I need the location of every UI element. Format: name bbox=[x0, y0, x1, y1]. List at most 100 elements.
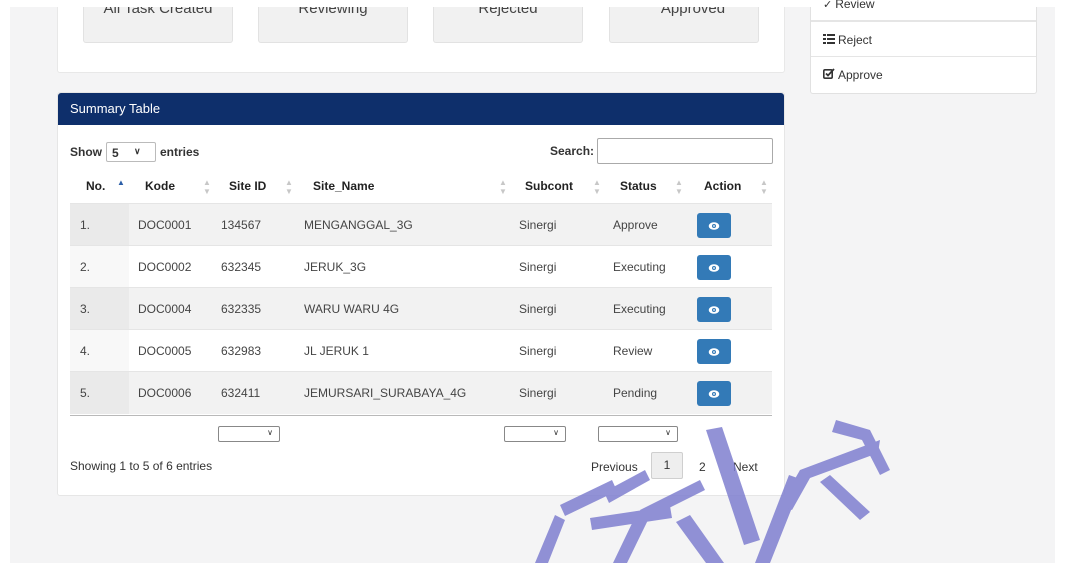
cell-kode: DOC0004 bbox=[138, 302, 192, 316]
table-info: Showing 1 to 5 of 6 entries bbox=[70, 459, 213, 473]
status-card-label: Reviewing bbox=[298, 7, 368, 17]
chevron-down-icon: ∨ bbox=[665, 428, 671, 437]
cell-status: Executing bbox=[613, 260, 666, 274]
column-header-kode[interactable]: Kode bbox=[145, 179, 175, 193]
status-card-rejected[interactable]: Rejected bbox=[433, 7, 583, 43]
search-label: Search: bbox=[550, 144, 595, 158]
pagination-previous[interactable]: Previous bbox=[591, 460, 638, 474]
page-number: 1 bbox=[663, 458, 671, 472]
sort-icon: ▲ ▼ bbox=[285, 178, 293, 196]
cell-no: 1. bbox=[80, 218, 91, 232]
eye-icon bbox=[708, 347, 720, 356]
cell-kode: DOC0001 bbox=[138, 218, 192, 232]
check-icon: ✓ bbox=[823, 0, 833, 11]
table-row: 4. DOC0005 632983 JL JERUK 1 Sinergi Rev… bbox=[70, 329, 772, 372]
cell-subcont: Sinergi bbox=[519, 302, 557, 316]
card-header: Summary Table bbox=[58, 93, 784, 125]
cell-site-id: 134567 bbox=[221, 218, 262, 232]
subcont-filter-select[interactable]: ∨ bbox=[504, 426, 566, 442]
cell-status: Executing bbox=[613, 302, 666, 316]
side-item-label: Reject bbox=[838, 33, 873, 47]
cell-site-name: WARU WARU 4G bbox=[304, 302, 400, 316]
chevron-down-icon: ∨ bbox=[134, 146, 141, 156]
cell-site-id: 632345 bbox=[221, 260, 262, 274]
site-id-filter-select[interactable]: ∨ bbox=[218, 426, 280, 442]
cell-no: 5. bbox=[80, 386, 91, 400]
cell-no: 3. bbox=[80, 302, 91, 316]
view-button[interactable] bbox=[697, 255, 731, 280]
side-item-reject[interactable]: Reject bbox=[811, 21, 1036, 57]
entries-select[interactable]: 5 ∨ bbox=[106, 142, 156, 162]
pagination-next[interactable]: Next bbox=[733, 460, 758, 474]
side-menu: ✓ Review Reject Approve bbox=[810, 0, 1037, 94]
row-number-cell bbox=[70, 372, 129, 414]
sort-icon: ▲ ▼ bbox=[203, 178, 211, 196]
cell-status: Pending bbox=[613, 386, 658, 400]
status-card-reviewing[interactable]: Reviewing bbox=[258, 7, 408, 43]
sort-icon: ▲ ▼ bbox=[593, 178, 601, 196]
status-card-label: All Task Created bbox=[103, 7, 213, 17]
view-button[interactable] bbox=[697, 339, 731, 364]
sort-icon: ▲ ▼ bbox=[760, 178, 768, 196]
cell-status: Review bbox=[613, 344, 653, 358]
side-item-approve[interactable]: Approve bbox=[811, 56, 1036, 92]
entries-label: entries bbox=[160, 145, 200, 159]
cell-subcont: Sinergi bbox=[519, 260, 557, 274]
sort-icon: ▲ ▼ bbox=[675, 178, 683, 196]
pagination-page-1[interactable]: 1 bbox=[651, 452, 683, 479]
cell-no: 4. bbox=[80, 344, 91, 358]
length-control: Show 5 ∨ entries bbox=[70, 142, 199, 162]
row-number-cell bbox=[70, 288, 129, 330]
cell-site-name: JEMURSARI_SURABAYA_4G bbox=[304, 386, 467, 400]
view-button[interactable] bbox=[697, 297, 731, 322]
eye-icon bbox=[708, 389, 720, 398]
show-label: Show bbox=[70, 145, 102, 159]
eye-icon bbox=[708, 305, 720, 314]
table-footer-divider bbox=[70, 415, 772, 416]
cell-site-name: JERUK_3G bbox=[304, 260, 367, 274]
search-control: Search: bbox=[550, 138, 774, 164]
cell-status: Approve bbox=[613, 218, 658, 232]
column-header-no[interactable]: No. bbox=[86, 179, 105, 193]
sort-ascending-icon: ▲ bbox=[117, 178, 125, 187]
status-card-all-task[interactable]: All Task Created bbox=[83, 7, 233, 43]
side-item-review[interactable]: ✓ Review bbox=[811, 0, 1036, 21]
entries-value: 5 bbox=[112, 146, 119, 160]
row-number-cell bbox=[70, 204, 129, 246]
table-row: 2. DOC0002 632345 JERUK_3G Sinergi Execu… bbox=[70, 245, 772, 288]
status-card-panel: All Task Created Reviewing Rejected Appr… bbox=[57, 7, 785, 73]
summary-table-card: Summary Table Show 5 ∨ entries Search: N… bbox=[57, 92, 785, 496]
column-header-site-name[interactable]: Site_Name bbox=[313, 179, 374, 193]
column-header-subcont[interactable]: Subcont bbox=[525, 179, 573, 193]
row-number-cell bbox=[70, 246, 129, 288]
search-input[interactable] bbox=[597, 138, 774, 164]
cell-site-id: 632335 bbox=[221, 302, 262, 316]
view-button[interactable] bbox=[697, 213, 731, 238]
column-header-site-id[interactable]: Site ID bbox=[229, 179, 266, 193]
column-header-status[interactable]: Status bbox=[620, 179, 657, 193]
cell-site-name: MENGANGGAL_3G bbox=[304, 218, 413, 232]
table-header-row: No. ▲ Kode ▲ ▼ Site ID ▲ ▼ Site_Name ▲ ▼ Su… bbox=[70, 175, 772, 205]
table-row: 5. DOC0006 632411 JEMURSARI_SURABAYA_4G … bbox=[70, 371, 772, 414]
cell-kode: DOC0006 bbox=[138, 386, 192, 400]
view-button[interactable] bbox=[697, 381, 731, 406]
cell-subcont: Sinergi bbox=[519, 386, 557, 400]
chevron-down-icon: ∨ bbox=[267, 428, 273, 437]
side-item-label: Approve bbox=[838, 68, 883, 82]
status-card-approved[interactable]: Approved bbox=[609, 7, 759, 43]
eye-icon bbox=[708, 263, 720, 272]
cell-site-id: 632411 bbox=[221, 386, 261, 400]
chevron-down-icon: ∨ bbox=[553, 428, 559, 437]
cell-site-name: JL JERUK 1 bbox=[304, 344, 369, 358]
cell-kode: DOC0005 bbox=[138, 344, 192, 358]
side-item-label: Review bbox=[835, 0, 875, 11]
eye-icon bbox=[708, 221, 720, 230]
status-card-label: Approved bbox=[660, 7, 726, 17]
pagination-page-2[interactable]: 2 bbox=[699, 460, 706, 474]
table-row: 1. DOC0001 134567 MENGANGGAL_3G Sinergi … bbox=[70, 203, 772, 246]
status-filter-select[interactable]: ∨ bbox=[598, 426, 678, 442]
column-header-action[interactable]: Action bbox=[704, 179, 741, 193]
cell-subcont: Sinergi bbox=[519, 218, 557, 232]
cell-kode: DOC0002 bbox=[138, 260, 192, 274]
status-card-label: Rejected bbox=[478, 7, 538, 17]
